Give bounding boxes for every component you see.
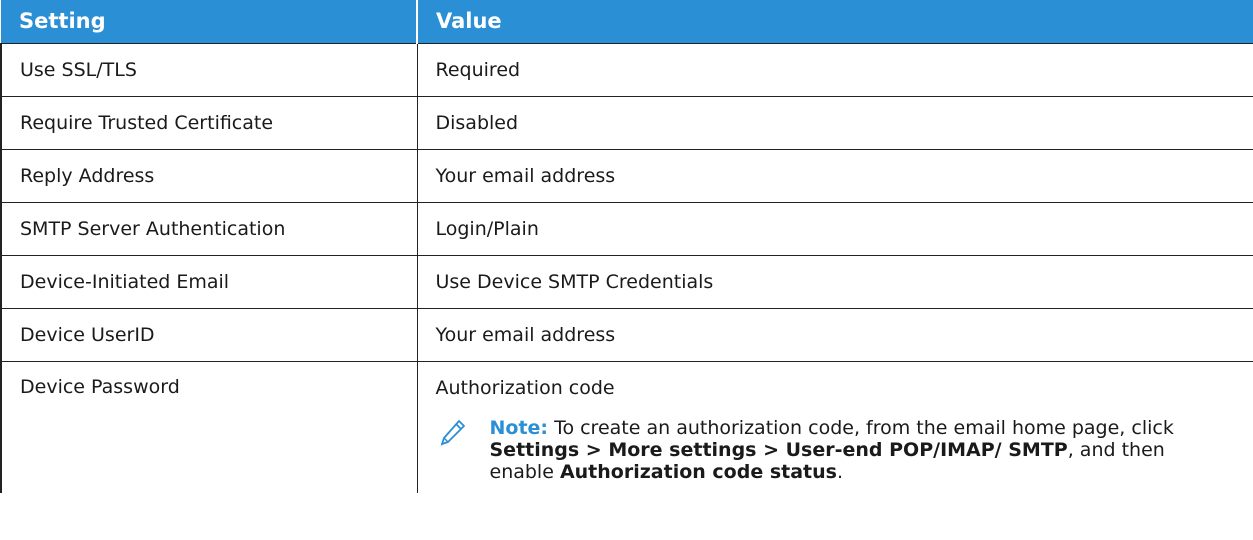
table-row: Reply Address Your email address xyxy=(0,148,1253,203)
setting-cell: Device-Initiated Email xyxy=(0,254,418,309)
note-label: Note: xyxy=(489,416,549,439)
table-row: Device Password Authorization code Note:… xyxy=(0,360,1253,493)
note-text: To create an authorization code, from th… xyxy=(548,416,1174,439)
setting-cell: Require Trusted Certificate xyxy=(0,95,418,150)
value-text: Authorization code xyxy=(435,376,615,399)
note-setting-name: Authorization code status xyxy=(559,460,837,483)
header-value: Value xyxy=(417,0,1253,43)
table-row: Use SSL/TLS Required xyxy=(0,42,1253,97)
setting-cell: Device UserID xyxy=(0,307,418,362)
table-row: Device-Initiated Email Use Device SMTP C… xyxy=(0,254,1253,309)
note-block: Note: To create an authorization code, f… xyxy=(436,417,1236,483)
value-cell: Your email address xyxy=(416,307,1253,362)
setting-cell: SMTP Server Authentication xyxy=(0,201,418,256)
setting-cell: Device Password xyxy=(0,360,418,493)
setting-cell: Use SSL/TLS xyxy=(0,42,418,97)
note-text: . xyxy=(836,460,843,483)
value-cell: Your email address xyxy=(416,148,1253,203)
header-setting: Setting xyxy=(1,0,418,43)
value-cell: Use Device SMTP Credentials xyxy=(416,254,1253,309)
value-cell: Login/Plain xyxy=(416,201,1253,256)
table-row: Device UserID Your email address xyxy=(0,307,1253,362)
value-cell: Disabled xyxy=(416,95,1253,150)
value-cell: Required xyxy=(416,42,1253,97)
table-row: SMTP Server Authentication Login/Plain xyxy=(0,201,1253,256)
table-row: Require Trusted Certificate Disabled xyxy=(0,95,1253,150)
settings-table: Setting Value Use SSL/TLS Required Requi… xyxy=(0,0,1253,493)
pencil-icon xyxy=(439,419,465,447)
value-cell: Authorization code Note: To create an au… xyxy=(416,360,1253,493)
setting-cell: Reply Address xyxy=(0,148,418,203)
note-menu-path: Settings > More settings > User-end POP/… xyxy=(489,438,1068,461)
table-header-row: Setting Value xyxy=(1,0,1253,43)
